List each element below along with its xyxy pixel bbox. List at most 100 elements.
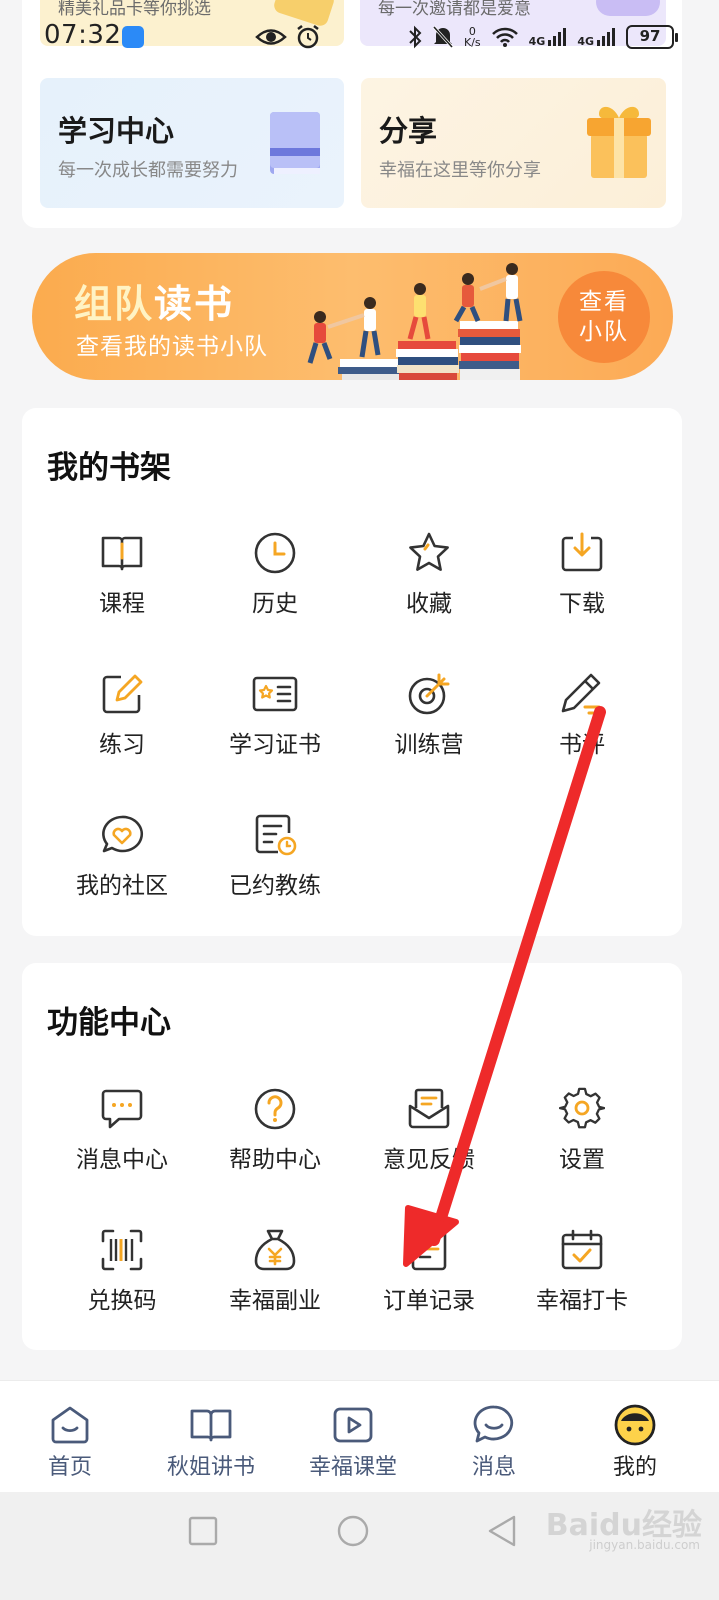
shelf-item-booked-coach[interactable]: 已约教练	[200, 812, 350, 922]
edit-icon	[102, 674, 143, 714]
status-time: 07:32	[44, 20, 122, 50]
pencil-icon	[561, 673, 601, 715]
signal-bars-icon	[548, 28, 567, 46]
shelf-item-label: 书评	[559, 732, 605, 758]
shelf-item-label: 已约教练	[229, 873, 321, 899]
nav-happy-class[interactable]: 幸福课堂	[293, 1403, 413, 1481]
team-reading-banner[interactable]: 组队读书 查看我的读书小队 查看 小队	[32, 253, 673, 380]
avatar-face-icon	[614, 1404, 656, 1446]
message-icon	[101, 1089, 143, 1129]
func-item-label: 幸福副业	[229, 1288, 321, 1314]
nav-messages[interactable]: 消息	[434, 1403, 554, 1481]
func-item-label: 订单记录	[383, 1288, 475, 1314]
func-item-redeem-code[interactable]: 兑换码	[47, 1227, 197, 1337]
share-title: 分享	[379, 114, 438, 148]
shelf-item-label: 我的社区	[76, 873, 168, 899]
signal-2: 4G	[577, 27, 616, 47]
app-notification-icon	[122, 26, 144, 48]
nav-label: 我的	[612, 1455, 657, 1480]
banner-title: 组队读书	[74, 282, 235, 326]
chat-icon	[473, 1405, 514, 1443]
func-item-settings[interactable]: 设置	[507, 1086, 657, 1196]
shelf-item-training-camp[interactable]: 训练营	[354, 671, 504, 781]
download-icon	[561, 532, 603, 572]
shelf-item-history[interactable]: 历史	[200, 530, 350, 640]
shelf-item-label: 学习证书	[229, 732, 321, 758]
status-right-icons: 0 K/s 4G 4G 97	[408, 22, 679, 52]
help-icon	[254, 1088, 296, 1130]
shelf-item-practice[interactable]: 练习	[47, 671, 197, 781]
func-item-label: 帮助中心	[229, 1147, 321, 1173]
alarm-icon	[297, 25, 319, 49]
recent-apps-icon[interactable]	[188, 1516, 218, 1546]
share-card[interactable]: 分享 幸福在这里等你分享	[361, 78, 666, 208]
func-item-label: 兑换码	[87, 1288, 157, 1314]
open-book-icon	[101, 536, 143, 571]
book-icon	[190, 1409, 232, 1442]
mute-bell-icon	[432, 25, 454, 49]
func-item-feedback[interactable]: 意见反馈	[354, 1086, 504, 1196]
bookshelf-title: 我的书架	[47, 450, 171, 486]
signal-1: 4G	[529, 27, 568, 47]
gear-icon	[559, 1087, 605, 1129]
study-center-title: 学习中心	[58, 114, 175, 148]
back-triangle-icon[interactable]	[486, 1514, 518, 1548]
heart-chat-icon	[102, 815, 143, 853]
shelf-item-my-community[interactable]: 我的社区	[47, 812, 197, 922]
study-center-subtitle: 每一次成长都需要努力	[58, 160, 238, 181]
function-center-title: 功能中心	[47, 1005, 171, 1041]
gift-box-icon	[587, 106, 651, 178]
shelf-item-downloads[interactable]: 下载	[507, 530, 657, 640]
climbing-books-illustration	[307, 263, 523, 380]
shelf-item-favorites[interactable]: 收藏	[354, 530, 504, 640]
shelf-item-book-review[interactable]: 书评	[507, 671, 657, 781]
invite-promo-text: 每一次邀请都是爱意	[378, 0, 531, 19]
money-bag-icon	[254, 1229, 296, 1271]
order-icon	[411, 1229, 447, 1271]
shelf-item-courses[interactable]: 课程	[47, 530, 197, 640]
nav-book-talks[interactable]: 秋姐讲书	[151, 1403, 271, 1481]
target-icon	[408, 673, 450, 715]
video-play-icon	[333, 1407, 373, 1443]
status-bar: 07:32 0 K/s 4G 4G 97	[0, 18, 719, 56]
calendar-check-icon	[561, 1229, 603, 1270]
func-item-label: 设置	[559, 1147, 605, 1173]
bluetooth-icon	[409, 25, 422, 49]
schedule-doc-icon	[255, 814, 297, 856]
nav-label: 秋姐讲书	[166, 1455, 255, 1480]
nav-mine[interactable]: 我的	[575, 1403, 695, 1481]
gift-card-promo-text: 精美礼品卡等你挑选	[58, 0, 211, 19]
func-item-side-business[interactable]: 幸福副业	[200, 1227, 350, 1337]
shelf-item-label: 练习	[99, 732, 145, 758]
net-speed: 0 K/s	[464, 25, 481, 49]
wifi-icon	[491, 27, 518, 47]
nav-label: 消息	[471, 1455, 516, 1480]
function-center-section: 功能中心 消息中心 帮助中心 意见反馈 设置 兑换码 幸福副业 订单记录 幸福打…	[22, 963, 682, 1350]
func-item-help-center[interactable]: 帮助中心	[200, 1086, 350, 1196]
func-item-checkin[interactable]: 幸福打卡	[507, 1227, 657, 1337]
home-smile-icon	[51, 1406, 89, 1444]
certificate-icon	[252, 676, 298, 712]
shelf-item-label: 训练营	[394, 732, 464, 758]
share-subtitle: 幸福在这里等你分享	[379, 160, 541, 181]
view-team-button[interactable]: 查看 小队	[558, 271, 650, 363]
battery-indicator: 97	[626, 25, 679, 49]
home-circle-icon[interactable]	[336, 1514, 370, 1548]
nav-home[interactable]: 首页	[10, 1403, 130, 1481]
barcode-icon	[101, 1229, 143, 1271]
shelf-item-label: 下载	[559, 591, 605, 617]
shelf-item-certificate[interactable]: 学习证书	[200, 671, 350, 781]
shelf-item-label: 收藏	[406, 591, 452, 617]
func-item-label: 意见反馈	[383, 1147, 475, 1173]
baidu-watermark: Baidu经验 jingyan.baidu.com	[545, 1508, 702, 1552]
bookshelf-section: 我的书架 课程 历史 收藏 下载 练习 学习证书 训练营 书评 我的社区 已约教…	[22, 408, 682, 936]
feedback-mail-icon	[408, 1088, 450, 1129]
func-item-message-center[interactable]: 消息中心	[47, 1086, 197, 1196]
func-item-label: 消息中心	[76, 1147, 168, 1173]
study-center-card[interactable]: 学习中心 每一次成长都需要努力	[40, 78, 344, 208]
nav-label: 首页	[47, 1455, 92, 1480]
func-item-order-records[interactable]: 订单记录	[354, 1227, 504, 1337]
star-icon	[409, 532, 449, 571]
invite-image	[596, 0, 660, 16]
func-item-label: 幸福打卡	[536, 1288, 628, 1314]
